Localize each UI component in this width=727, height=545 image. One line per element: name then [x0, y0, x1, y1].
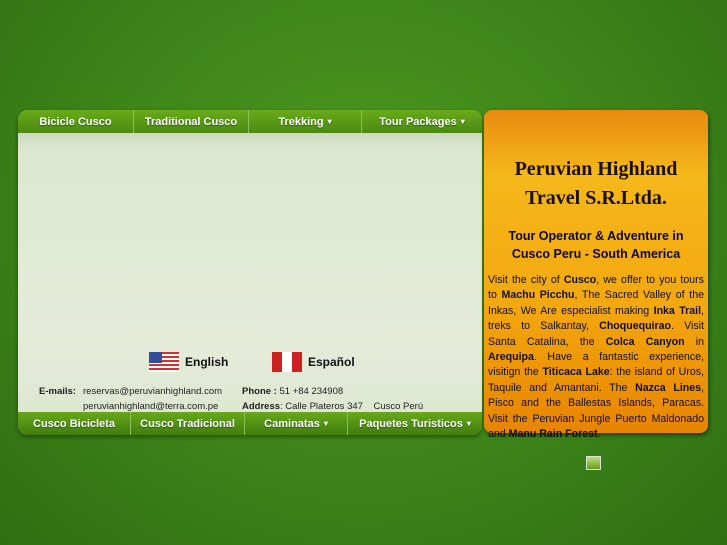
- stats-counter-icon[interactable]: [586, 456, 601, 470]
- address: : Calle Plateros 347 Cusco Perú: [280, 401, 424, 412]
- chevron-down-icon: ▾: [460, 117, 465, 126]
- emails-label: E-mails:: [39, 386, 76, 397]
- nav-caminatas[interactable]: Caminatas ▾: [245, 412, 348, 435]
- chevron-down-icon: ▾: [327, 117, 332, 126]
- us-flag-icon: [149, 352, 179, 372]
- email-1[interactable]: reservas@peruvianhighland.com: [83, 384, 222, 399]
- info-panel: Peruvian Highland Travel S.R.Ltda. Tour O…: [484, 110, 708, 440]
- nav-cusco-bicicleta[interactable]: Cusco Bicicleta: [18, 412, 131, 435]
- highlight-text: Inka Trail: [653, 304, 702, 317]
- nav-paquetes-turisticos[interactable]: Paquetes Turisticos ▾: [348, 412, 482, 435]
- highlight-text: Cusco: [563, 274, 597, 286]
- company-title: Peruvian Highland Travel S.R.Ltda.: [514, 158, 678, 209]
- description-text: .: [597, 428, 601, 441]
- phone: 51 +84 234908: [279, 386, 344, 397]
- phone-label: Phone :: [242, 386, 277, 397]
- english-link[interactable]: English: [149, 352, 228, 372]
- peru-flag-icon: [272, 352, 302, 372]
- highlight-text: Titicaca Lake: [542, 366, 610, 379]
- highlight-text: Manu Rain Forest: [508, 428, 598, 441]
- highlight-text: Arequipa: [488, 351, 534, 364]
- phone-address: Phone : 51 +84 234908 Address: Calle Pla…: [242, 384, 423, 414]
- nav-cusco-tradicional[interactable]: Cusco Tradicional: [131, 412, 245, 435]
- highlight-text: Machu Picchu: [501, 289, 575, 302]
- description-text: in: [684, 335, 704, 348]
- emails: reservas@peruvianhighland.com peruvianhi…: [83, 384, 222, 414]
- nav-traditional-cusco[interactable]: Traditional Cusco: [134, 110, 249, 133]
- chevron-down-icon: ▾: [466, 419, 471, 428]
- address-label: Address: [242, 401, 281, 412]
- nav-trekking[interactable]: Trekking ▾: [249, 110, 362, 133]
- highlight-text: Colca Canyon: [605, 335, 685, 348]
- chevron-down-icon: ▾: [323, 419, 328, 428]
- highlight-text: Choquequirao: [599, 320, 671, 333]
- main-panel: Bicicle Cusco Traditional Cusco Trekking…: [18, 110, 482, 435]
- nav-tour-packages[interactable]: Tour Packages ▾: [362, 110, 482, 133]
- description-text: Visit the city of: [488, 274, 564, 286]
- company-subtitle: Tour Operator & Adventure in Cusco Peru -…: [508, 229, 684, 261]
- nav-bicicle-cusco[interactable]: Bicicle Cusco: [18, 110, 134, 133]
- description: Visit the city of Cusco, we offer to you…: [488, 273, 704, 442]
- top-nav: Bicicle Cusco Traditional Cusco Trekking…: [18, 110, 482, 133]
- highlight-text: Nazca Lines: [635, 381, 702, 394]
- spanish-link[interactable]: Español: [272, 352, 355, 372]
- bottom-nav: Cusco Bicicleta Cusco Tradicional Camina…: [18, 412, 482, 435]
